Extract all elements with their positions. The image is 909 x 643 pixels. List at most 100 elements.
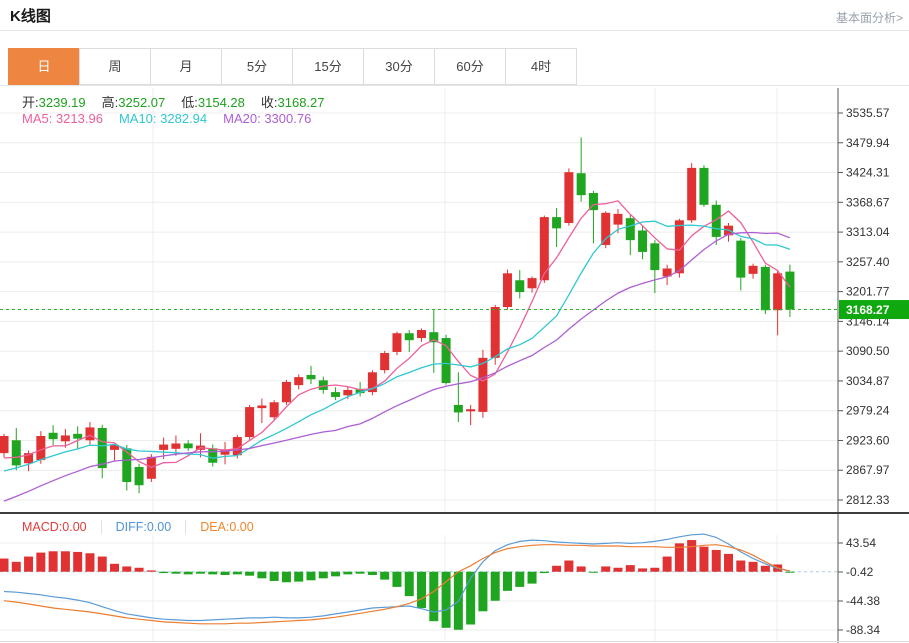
macd-bar [478,572,487,612]
panel-separator [0,512,909,514]
fundamental-analysis-link[interactable]: 基本面分析> [836,9,903,26]
ma-info: MA5: 3213.96MA10: 3282.94MA20: 3300.76 [22,111,327,126]
macd-bar [515,572,524,587]
macd-bar [712,550,721,572]
bottom-border [0,641,909,642]
candle-body [331,392,340,397]
macd-bar [552,566,561,572]
tab-period-0[interactable]: 日 [8,48,80,85]
candle-body [294,377,303,385]
macd-bar [122,566,131,571]
macd-bar [331,572,340,577]
candle-body [49,433,58,439]
candle-body [392,333,401,352]
macd-axis-label: -44.38 [846,594,880,608]
macd-bar [442,572,451,628]
macd-header-item-2: DEA:0.00 [185,520,268,534]
ohlc-item-3: 收:3168.27 [261,95,325,110]
macd-bar [540,572,549,573]
macd-bar [61,551,70,571]
candle-body [503,273,512,307]
candle-body [515,280,524,292]
price-axis-label: 2979.24 [846,404,890,418]
price-axis-label: 2867.97 [846,463,890,477]
tab-period-2[interactable]: 月 [150,48,222,85]
candle-body [405,333,414,340]
macd-bar [356,572,365,574]
candle-body [626,218,635,240]
macd-bar [233,572,242,575]
macd-bar [184,572,193,575]
macd-bar [577,566,586,571]
macd-bar [171,572,180,574]
macd-bar [319,572,328,579]
tab-strip-divider [0,85,909,86]
candle-body [478,358,487,412]
candle-body [73,434,82,439]
candle-body [650,243,659,270]
macd-bar [601,566,610,571]
macd-bar [699,547,708,572]
macd-header-item-0: MACD:0.00 [0,520,101,534]
tab-period-7[interactable]: 4时 [505,48,577,85]
macd-bar [503,572,512,591]
macd-bar [135,568,144,572]
macd-bar [564,561,573,572]
candle-body [417,330,426,338]
candle-body [491,307,500,358]
period-tabs: 日周月5分15分30分60分4时 [9,48,577,85]
macd-bar [0,559,9,572]
macd-bar [466,572,475,625]
price-axis-label: 3424.31 [846,166,890,180]
macd-bar [147,570,156,571]
ma-item-2: MA20: 3300.76 [223,111,311,126]
price-axis-label: 3313.04 [846,225,890,239]
ma20-line [4,233,790,502]
macd-bar [368,572,377,575]
macd-bar [380,572,389,580]
tab-period-5[interactable]: 30分 [363,48,435,85]
candle-body [85,427,94,440]
ma-item-0: MA5: 3213.96 [22,111,103,126]
price-axis-label: 3368.67 [846,195,890,209]
macd-bar [221,572,230,575]
tab-period-6[interactable]: 60分 [434,48,506,85]
tab-period-4[interactable]: 15分 [292,48,364,85]
tab-period-3[interactable]: 5分 [221,48,293,85]
price-axis-label: 3535.57 [846,106,890,120]
ohlc-info: 开:3239.19高:3252.07低:3154.28收:3168.27 [22,92,341,111]
candle-body [122,448,131,482]
macd-bar [270,572,279,581]
macd-header-item-1: DIFF:0.00 [101,520,186,534]
macd-bar [736,561,745,572]
price-tag: 3168.27 [839,300,909,319]
candlestick-chart[interactable]: 3535.573479.943424.313368.673313.043257.… [0,88,909,513]
macd-bar [343,572,352,575]
macd-bar [12,562,21,572]
macd-bar [528,572,537,584]
candle-body [552,217,561,228]
macd-bar [663,557,672,572]
macd-bar [429,572,438,621]
ohlc-item-2: 低:3154.28 [181,95,245,110]
candle-body [208,448,217,462]
macd-bar [785,572,794,573]
candle-body [135,467,144,485]
candle-body [0,436,9,453]
candle-body [343,390,352,395]
macd-bar [257,572,266,579]
candle-body [171,443,180,448]
candle-body [380,353,389,370]
macd-bar [589,572,598,573]
macd-bar [724,554,733,572]
candle-body [319,380,328,390]
macd-info: MACD:0.00DIFF:0.00DEA:0.00 [0,516,830,538]
candle-body [601,213,610,245]
macd-bar [392,572,401,587]
price-axis-label: 2923.60 [846,433,890,447]
price-tag-label: 3168.27 [846,303,890,317]
candle-body [785,272,794,310]
price-axis-label: 3257.40 [846,255,890,269]
tab-period-1[interactable]: 周 [79,48,151,85]
candle-body [245,407,254,437]
